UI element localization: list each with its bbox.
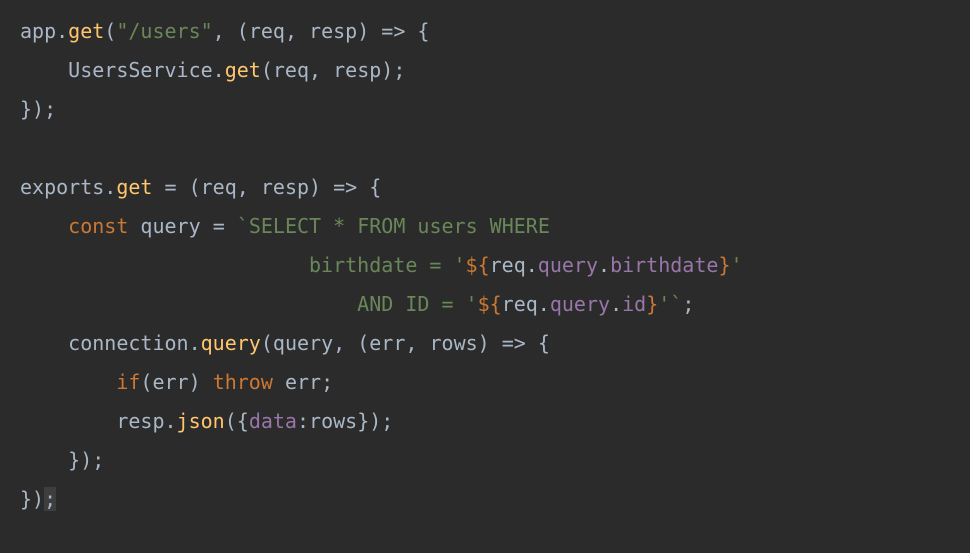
code-editor[interactable]: app.get("/users", (req, resp) => { Users…	[0, 0, 970, 539]
code-line: birthdate = '${req.query.birthdate}'	[20, 253, 743, 277]
code-line: app.get("/users", (req, resp) => {	[20, 19, 429, 43]
code-line: });	[20, 448, 104, 472]
code-line: connection.query(query, (err, rows) => {	[20, 331, 550, 355]
code-line: AND ID = '${req.query.id}'`;	[20, 292, 694, 316]
code-line: const query = `SELECT * FROM users WHERE	[20, 214, 550, 238]
code-line	[20, 136, 32, 160]
code-line: if(err) throw err;	[20, 370, 333, 394]
code-line: });	[20, 97, 56, 121]
code-line: });	[20, 487, 56, 511]
code-line: resp.json({data:rows});	[20, 409, 393, 433]
code-line: exports.get = (req, resp) => {	[20, 175, 381, 199]
caret-position: ;	[44, 487, 56, 511]
code-line: UsersService.get(req, resp);	[20, 58, 405, 82]
